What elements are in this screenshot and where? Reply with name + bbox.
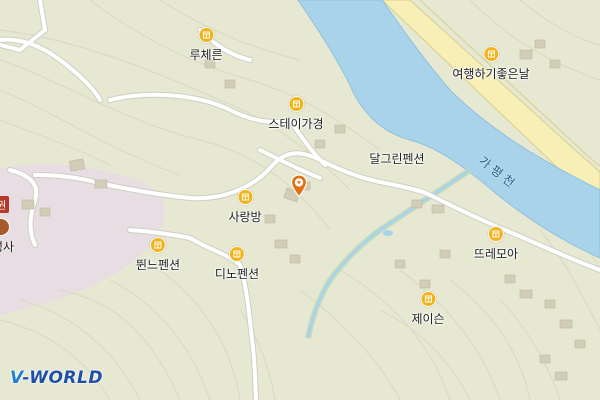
poi-label: 여행하기좋은날 (452, 67, 530, 81)
poi-stay-gagyeong[interactable]: 스테이가경 (268, 96, 324, 132)
poi-label: 달그린펜션 (369, 152, 425, 166)
pension-icon (228, 246, 245, 262)
poi-jason[interactable]: 제이슨 (411, 291, 445, 327)
pension-icon (487, 226, 504, 242)
poi-label: 사랑방 (228, 210, 262, 224)
poi-good-day-travel[interactable]: 여행하기좋은날 (452, 46, 530, 82)
temple-badge: 권 (0, 196, 10, 213)
pension-icon (149, 237, 166, 253)
pension-icon (420, 291, 436, 307)
pension-icon (237, 189, 253, 205)
pension-icon (198, 27, 214, 43)
logo-prefix: V (10, 368, 23, 388)
poi-dalgreen-pension[interactable]: 달그린펜션 (369, 150, 424, 167)
poi-dino-pension[interactable]: 디노펜션 (215, 246, 259, 282)
map-viewport[interactable]: 루체른 스테이가경 여행하기좋은날 달그린펜션 사랑방 뛴느펜션 디노펜션 뜨레… (0, 0, 600, 400)
poi-label: 루체른 (189, 48, 223, 62)
poi-tremoa[interactable]: 뜨레모아 (474, 226, 518, 262)
poi-lucerne[interactable]: 루체른 (189, 27, 223, 63)
poi-label: 뜨레모아 (473, 247, 519, 261)
vworld-logo: V-WORLD (10, 368, 103, 388)
poi-label: 뛴느펜션 (135, 258, 181, 272)
poi-label: 스테이가경 (268, 117, 324, 131)
pension-icon (483, 46, 499, 62)
poi-label: 제이슨 (411, 312, 445, 326)
poi-twinneu-pension[interactable]: 뛴느펜션 (136, 237, 180, 273)
poi-temple[interactable]: 성사 (0, 218, 14, 255)
pension-icon (287, 96, 304, 112)
poi-label: 디노펜션 (214, 267, 260, 281)
temple-label: 성사 (0, 240, 15, 254)
poi-sarangbang[interactable]: 사랑방 (228, 189, 262, 225)
location-pin-icon[interactable] (290, 174, 308, 198)
temple-icon (0, 218, 10, 236)
logo-text: -WORLD (22, 368, 103, 388)
